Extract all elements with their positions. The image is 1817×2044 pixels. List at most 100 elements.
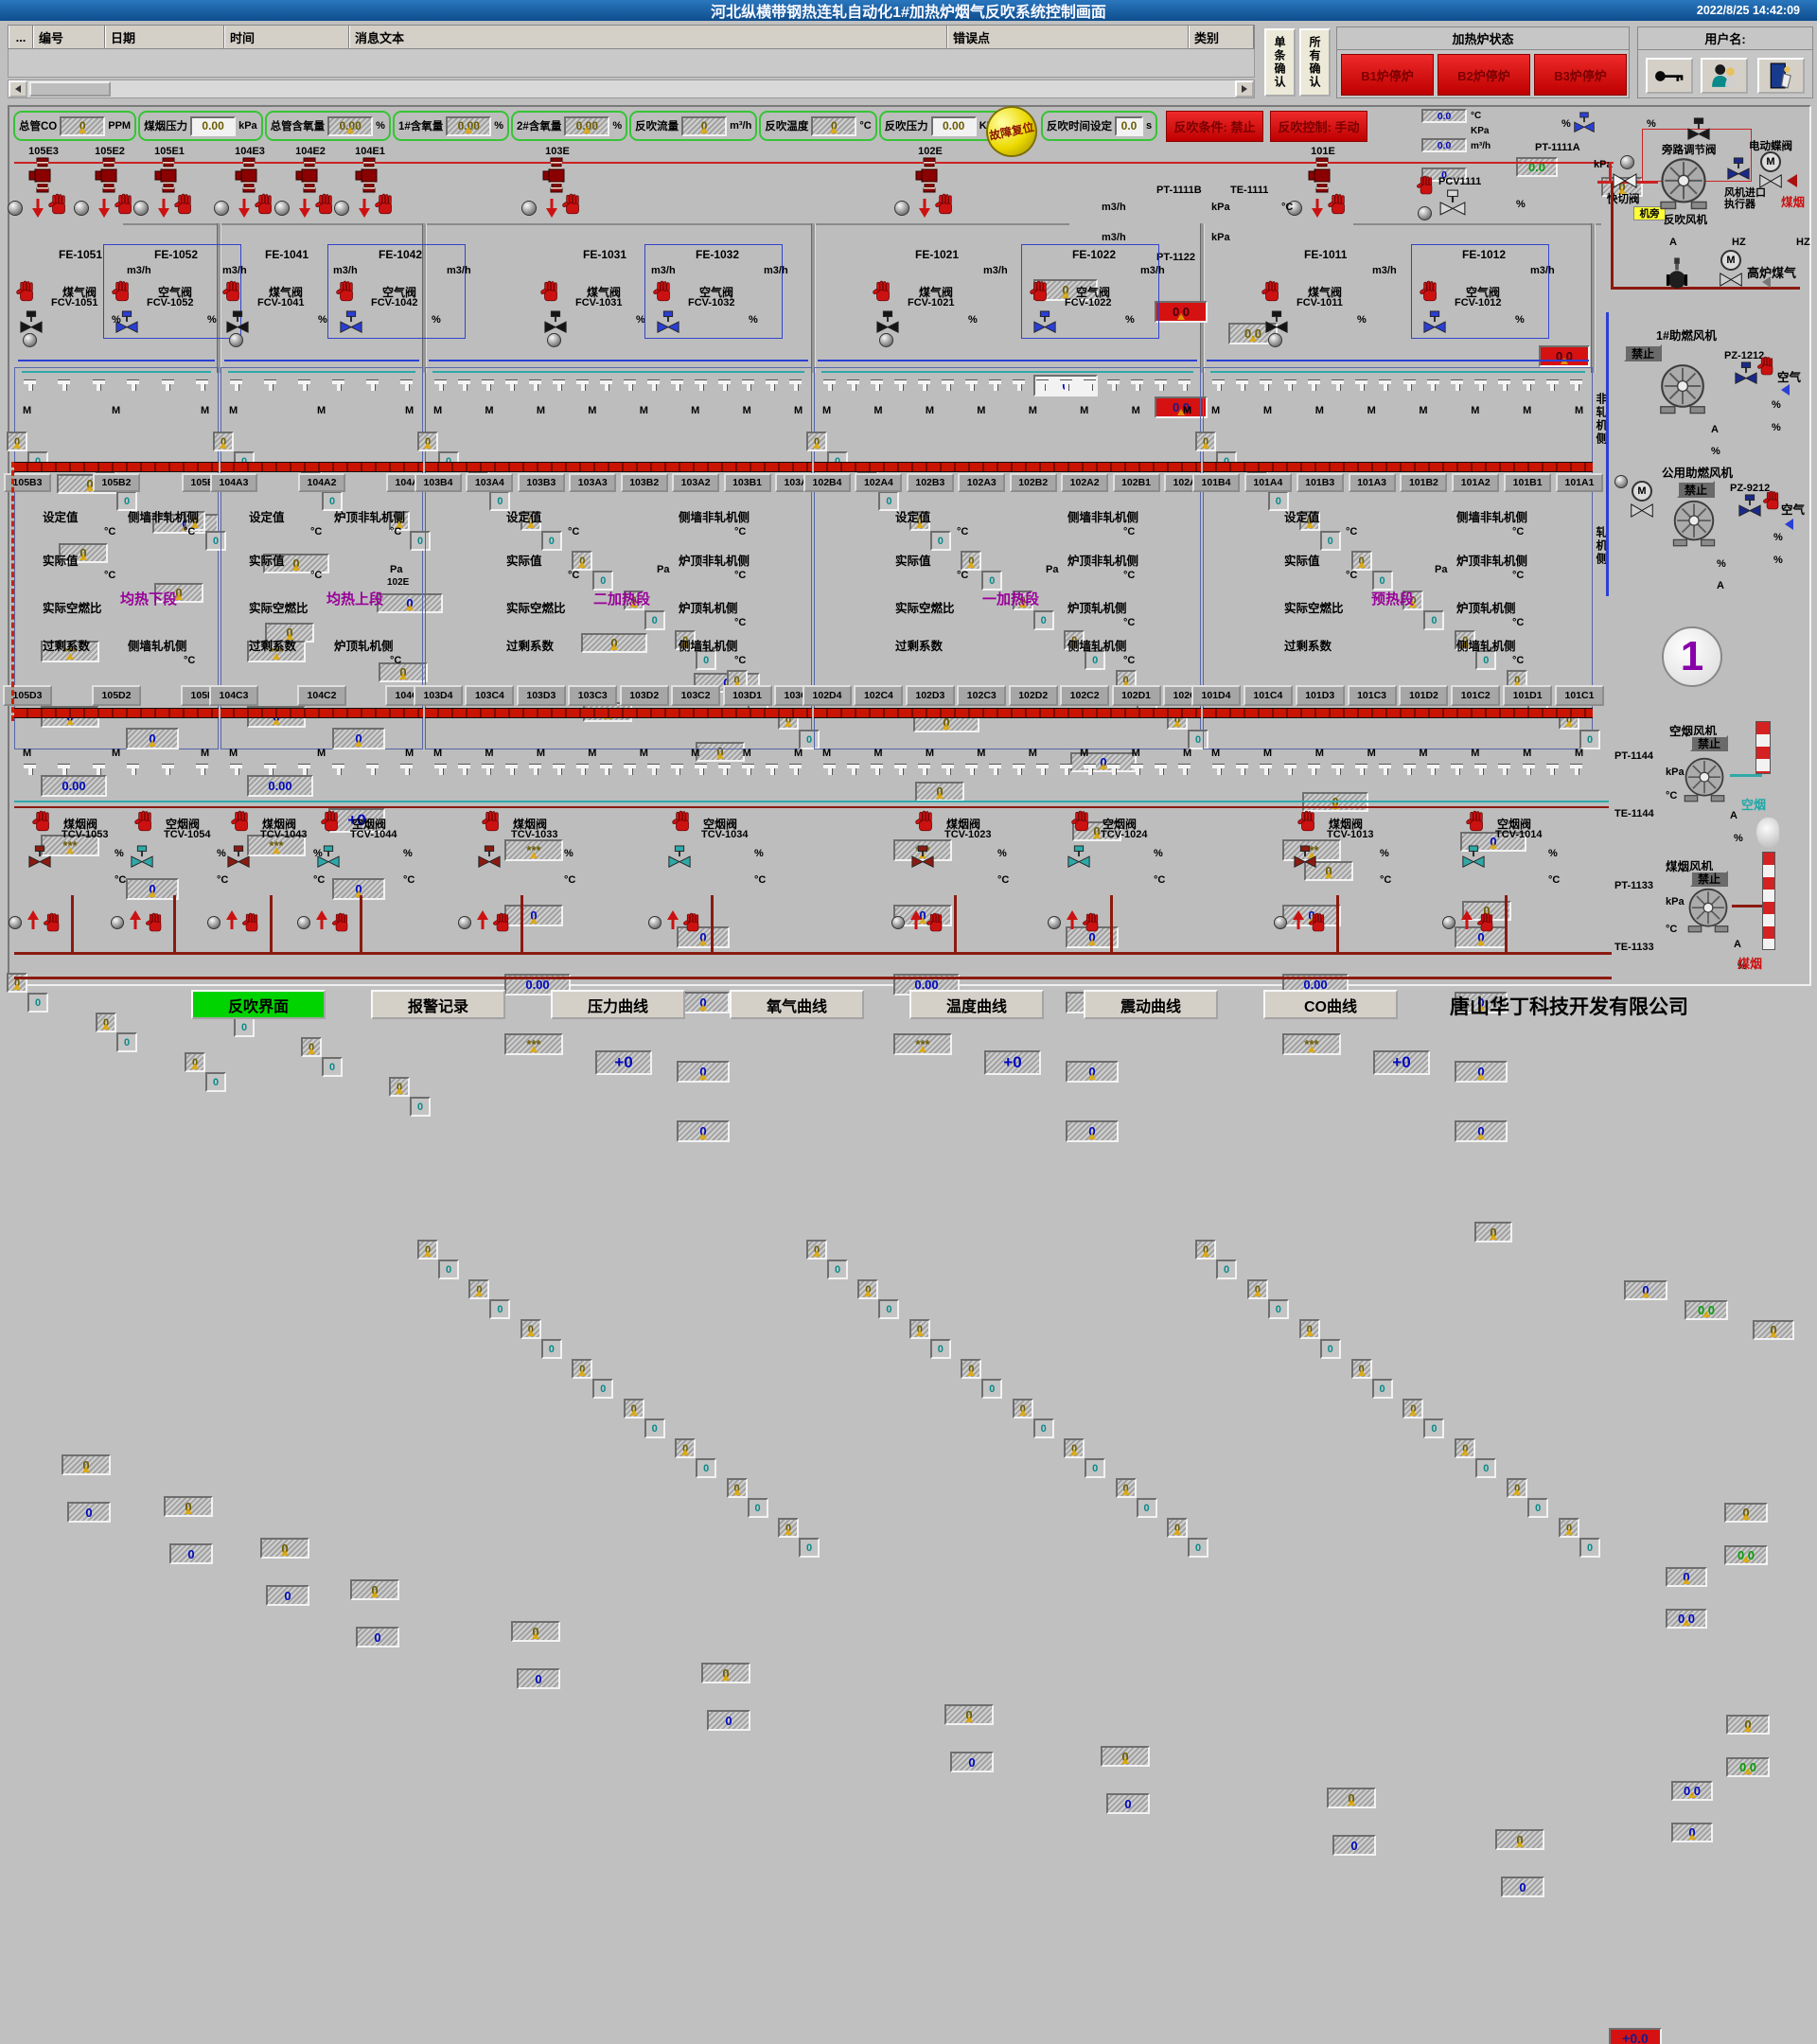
alarm-column-5[interactable]: 类别 [1189, 26, 1254, 48]
manual-hand-icon[interactable] [145, 912, 166, 938]
burner-damper-icon [789, 380, 802, 391]
manual-hand-icon[interactable] [1416, 175, 1437, 201]
manual-hand-icon[interactable] [1476, 912, 1497, 938]
tcv-valve-icon[interactable] [130, 845, 154, 874]
alarm-column-4[interactable]: 错误点 [947, 26, 1189, 48]
wall-temp-value: 0 [677, 1061, 730, 1083]
setpoint-label: 设定值 [506, 507, 542, 525]
manual-hand-icon[interactable] [47, 193, 70, 220]
manual-hand-icon[interactable] [374, 193, 397, 220]
tcv-temp-value: 0 [356, 1627, 399, 1648]
blowback-control-button[interactable]: 反吹控制: 手动 [1270, 111, 1367, 142]
manual-hand-icon[interactable] [1029, 280, 1051, 308]
manual-hand-icon[interactable] [934, 193, 957, 220]
manual-hand-icon[interactable] [926, 912, 946, 938]
manual-hand-icon[interactable] [872, 280, 894, 308]
nav-button-4[interactable]: 温度曲线 [909, 990, 1044, 1019]
manual-hand-icon[interactable] [539, 280, 562, 308]
burner-readout-left: 0 [806, 1240, 827, 1260]
tcv-valve-icon[interactable] [316, 845, 341, 874]
nav-button-6[interactable]: CO曲线 [1263, 990, 1398, 1019]
tcv-valve-icon[interactable] [27, 845, 52, 874]
manual-hand-icon[interactable] [682, 912, 703, 938]
manual-hand-icon[interactable] [15, 280, 38, 308]
manual-hand-icon[interactable] [1327, 193, 1350, 220]
fan1-valve-icon[interactable] [1734, 361, 1758, 391]
manual-hand-icon[interactable] [1756, 356, 1777, 381]
alarm-column-0[interactable]: 编号 [33, 26, 105, 48]
user-switch-button[interactable] [1701, 58, 1748, 94]
blowback-condition-button[interactable]: 反吹条件: 禁止 [1166, 111, 1263, 142]
burner-damper-icon [1284, 380, 1297, 391]
flow-up-arrow-icon [477, 910, 488, 934]
title-bar: 河北纵横带钢热连轧自动化1#加热炉烟气反吹系统控制画面 2022/8/25 14… [0, 0, 1817, 21]
manual-hand-icon[interactable] [133, 810, 156, 837]
manual-hand-icon[interactable] [241, 912, 262, 938]
manual-hand-icon[interactable] [1762, 490, 1783, 516]
flow-down-arrow-icon [546, 199, 557, 222]
manual-hand-icon[interactable] [1297, 810, 1319, 837]
manual-hand-icon[interactable] [1082, 912, 1103, 938]
nav-button-2[interactable]: 压力曲线 [551, 990, 685, 1019]
actual-temp-label: 实际值 [1284, 551, 1320, 569]
manual-hand-icon[interactable] [492, 912, 513, 938]
furnace-stop-button-0[interactable]: B1炉停炉 [1341, 54, 1434, 96]
inlet-actuator-icon[interactable] [1726, 157, 1751, 186]
fan2-state: 禁止 [1677, 481, 1715, 498]
manual-hand-icon[interactable] [335, 280, 358, 308]
ack-all-button[interactable]: 所有确认 [1299, 28, 1331, 97]
manual-hand-icon[interactable] [652, 280, 675, 308]
manual-hand-icon[interactable] [1308, 912, 1329, 938]
logout-door-button[interactable] [1757, 58, 1805, 94]
login-key-button[interactable] [1646, 58, 1693, 94]
manual-hand-icon[interactable] [173, 193, 196, 220]
manual-hand-icon[interactable] [914, 810, 937, 837]
manual-hand-icon[interactable] [320, 810, 343, 837]
furnace-stop-button-2[interactable]: B3炉停炉 [1534, 54, 1627, 96]
alarm-column-3[interactable]: 消息文本 [349, 26, 947, 48]
manual-hand-icon[interactable] [671, 810, 694, 837]
manual-hand-icon[interactable] [331, 912, 352, 938]
scroll-left-icon[interactable] [9, 80, 27, 97]
ack-single-button[interactable]: 单条确认 [1264, 28, 1296, 97]
manual-hand-icon[interactable] [254, 193, 276, 220]
fan2-inlet-valve-icon[interactable] [1630, 503, 1654, 522]
alarm-menu-button[interactable]: ... [9, 26, 33, 48]
nav-button-5[interactable]: 震动曲线 [1084, 990, 1218, 1019]
tcv-valve-icon[interactable] [1293, 845, 1317, 874]
manual-hand-icon[interactable] [1070, 810, 1093, 837]
blower-amp-value: 0 [1624, 1280, 1667, 1300]
tcv-valve-icon[interactable] [1461, 845, 1486, 874]
alarm-column-2[interactable]: 时间 [224, 26, 349, 48]
fan2-valve-icon[interactable] [1738, 494, 1762, 523]
furnace-pressure-unit: Pa [390, 564, 402, 575]
manual-hand-icon[interactable] [481, 810, 503, 837]
pipe [1611, 287, 1800, 290]
nav-button-3[interactable]: 氧气曲线 [730, 990, 864, 1019]
manual-hand-icon[interactable] [221, 280, 244, 308]
manual-hand-icon[interactable] [1261, 280, 1283, 308]
alarm-column-1[interactable]: 日期 [105, 26, 224, 48]
manual-hand-icon[interactable] [31, 810, 54, 837]
scroll-thumb[interactable] [29, 81, 111, 97]
tcv-valve-icon[interactable] [477, 845, 502, 874]
alarm-scrollbar[interactable] [8, 79, 1255, 98]
manual-hand-icon[interactable] [43, 912, 63, 938]
scroll-right-icon[interactable] [1235, 80, 1254, 97]
pcv-valve-icon[interactable] [1438, 189, 1467, 222]
manual-hand-icon[interactable] [111, 280, 133, 308]
tcv-valve-icon[interactable] [910, 845, 935, 874]
burner-readout-right: 0 [1188, 1538, 1208, 1558]
tcv-valve-icon[interactable] [1067, 845, 1091, 874]
furnace-stop-button-1[interactable]: B2炉停炉 [1438, 54, 1530, 96]
manual-hand-icon[interactable] [230, 810, 253, 837]
nav-button-0[interactable]: 反吹界面 [191, 990, 326, 1019]
manual-hand-icon[interactable] [561, 193, 584, 220]
manual-hand-icon[interactable] [1465, 810, 1488, 837]
nav-button-1[interactable]: 报警记录 [371, 990, 505, 1019]
time-set-value[interactable]: 0.0 [1115, 116, 1143, 136]
manual-hand-icon[interactable] [1419, 280, 1441, 308]
bfg-valve-icon[interactable] [1719, 273, 1743, 291]
tcv-valve-icon[interactable] [226, 845, 251, 874]
tcv-valve-icon[interactable] [667, 845, 692, 874]
